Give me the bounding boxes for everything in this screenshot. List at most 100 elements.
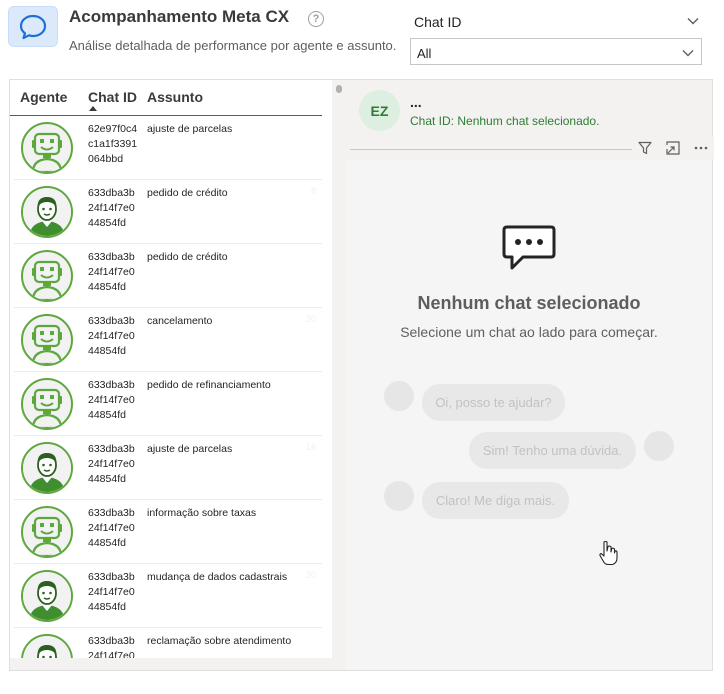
table-row[interactable]: 633dba3b 24f14f7e0 reclamação sobre atendi… bbox=[14, 628, 322, 658]
chat-id-cell: 633dba3b 24f14f7e0 44854fd bbox=[88, 506, 144, 551]
column-header-agent[interactable]: Agente bbox=[20, 89, 67, 105]
robot-avatar-icon bbox=[21, 314, 73, 366]
table-row[interactable]: 633dba3b 24f14f7e0 44854fd pedido de crédit… bbox=[14, 244, 322, 308]
chat-id-line: 62e97f0c4 bbox=[88, 123, 138, 135]
chat-id-line: 633dba3b bbox=[88, 443, 135, 455]
chat-id-cell: 633dba3b 24f14f7e0 44854fd bbox=[88, 570, 144, 615]
table-row[interactable]: 633dba3b 24f14f7e0 44854fd cancelamento 20 bbox=[14, 308, 322, 372]
chat-id-line: 44854fd bbox=[88, 601, 126, 613]
selected-chat-id: Chat ID: Nenhum chat selecionado. bbox=[410, 114, 600, 128]
table-row[interactable]: 633dba3b 24f14f7e0 44854fd mudança de dados… bbox=[14, 564, 322, 628]
chat-id-line: 24f14f7e0 bbox=[88, 394, 135, 406]
chat-id-filter-label: Chat ID bbox=[414, 14, 462, 30]
person-avatar-icon bbox=[21, 634, 73, 658]
chat-id-line: 24f14f7e0 bbox=[88, 458, 135, 470]
table-row[interactable]: 633dba3b 24f14f7e0 44854fd ajuste de parcel… bbox=[14, 436, 322, 500]
chat-id-cell: 633dba3b 24f14f7e0 44854fd bbox=[88, 314, 144, 359]
chat-id-cell: 633dba3b 24f14f7e0 44854fd bbox=[88, 378, 144, 423]
chat-preview-bubble: Oi, posso te ajudar? bbox=[422, 384, 565, 421]
chat-id-cell: 62e97f0c4 c1a1f3391 064bbd bbox=[88, 122, 144, 167]
empty-state-subtitle: Selecione um chat ao lado para começar. bbox=[400, 324, 658, 340]
faded-count: 20 bbox=[305, 570, 316, 580]
chat-id-line: c1a1f3391 bbox=[88, 138, 138, 150]
table-row[interactable]: 633dba3b 24f14f7e0 44854fd pedido de crédit… bbox=[14, 180, 322, 244]
column-header-subject[interactable]: Assunto bbox=[147, 89, 203, 105]
subject-cell: ajuste de parcelas bbox=[147, 123, 233, 135]
selected-chat-name: ... bbox=[410, 94, 422, 110]
subject-cell: pedido de crédito bbox=[147, 251, 228, 263]
chat-preview-bubble: Sim! Tenho uma dúvida. bbox=[469, 432, 636, 469]
avatar-placeholder bbox=[384, 481, 414, 511]
robot-avatar-icon bbox=[21, 122, 73, 174]
chat-id-line: 24f14f7e0 bbox=[88, 586, 135, 598]
chat-id-line: 44854fd bbox=[88, 281, 126, 293]
faded-count: 8 bbox=[310, 186, 316, 196]
chat-id-line: 44854fd bbox=[88, 345, 126, 357]
table-row[interactable]: 62e97f0c4 c1a1f3391 064bbd ajuste de parcel… bbox=[14, 116, 322, 180]
subject-cell: mudança de dados cadastrais bbox=[147, 571, 288, 583]
page-title: Acompanhamento Meta CX bbox=[69, 7, 290, 26]
robot-avatar-icon bbox=[21, 250, 73, 302]
chevron-down-icon bbox=[682, 50, 694, 57]
chat-id-dropdown-value: All bbox=[417, 46, 432, 61]
help-icon[interactable]: ? bbox=[308, 11, 324, 27]
table-scrollbar[interactable] bbox=[333, 84, 341, 658]
chat-id-line: 633dba3b bbox=[88, 187, 135, 199]
robot-avatar-icon bbox=[21, 378, 73, 430]
faded-count: 16 bbox=[305, 442, 316, 452]
table-row[interactable]: 633dba3b 24f14f7e0 44854fd pedido de refina… bbox=[14, 372, 322, 436]
chat-id-line: 44854fd bbox=[88, 217, 126, 229]
chat-preview-bubble: Claro! Me diga mais. bbox=[422, 482, 569, 519]
chat-id-cell: 633dba3b 24f14f7e0 44854fd bbox=[88, 186, 144, 231]
subject-cell: reclamação sobre atendimento bbox=[147, 635, 292, 647]
page-subtitle: Análise detalhada de performance por age… bbox=[69, 38, 397, 53]
subject-cell: pedido de crédito bbox=[147, 187, 228, 199]
chat-id-line: 24f14f7e0 bbox=[88, 266, 135, 278]
chat-id-dropdown[interactable]: All bbox=[410, 38, 702, 65]
chat-id-line: 24f14f7e0 bbox=[88, 522, 135, 534]
avatar-placeholder bbox=[644, 431, 674, 461]
person-avatar-icon bbox=[21, 442, 73, 494]
subject-cell: cancelamento bbox=[147, 315, 213, 327]
chat-id-line: 44854fd bbox=[88, 537, 126, 549]
chat-id-line: 633dba3b bbox=[88, 379, 135, 391]
chat-id-line: 24f14f7e0 bbox=[88, 330, 135, 342]
chat-id-line: 064bbd bbox=[88, 153, 124, 165]
chat-id-cell: 633dba3b 24f14f7e0 44854fd bbox=[88, 442, 144, 487]
table-body: 62e97f0c4 c1a1f3391 064bbd ajuste de parcel… bbox=[14, 116, 322, 658]
robot-avatar-icon bbox=[21, 506, 73, 558]
avatar-placeholder bbox=[384, 381, 414, 411]
scrollbar-thumb[interactable] bbox=[336, 85, 342, 93]
table-header: Agente Chat ID Assunto bbox=[10, 80, 322, 116]
chat-id-cell: 633dba3b 24f14f7e0 44854fd bbox=[88, 250, 144, 295]
chat-id-line: 24f14f7e0 bbox=[88, 650, 135, 658]
hand-cursor-icon bbox=[599, 540, 618, 566]
person-avatar-icon bbox=[21, 570, 73, 622]
chat-bubble-icon bbox=[8, 6, 58, 47]
chevron-down-icon[interactable] bbox=[686, 14, 700, 28]
table-row[interactable]: 633dba3b 24f14f7e0 44854fd informação sobre… bbox=[14, 500, 322, 564]
chat-message-icon bbox=[502, 225, 556, 270]
chat-id-line: 633dba3b bbox=[88, 635, 135, 647]
chat-id-line: 24f14f7e0 bbox=[88, 202, 135, 214]
chat-id-line: 633dba3b bbox=[88, 507, 135, 519]
subject-cell: ajuste de parcelas bbox=[147, 443, 233, 455]
agent-initials-badge: EZ bbox=[359, 90, 400, 131]
visual-header-toolbar bbox=[632, 137, 714, 159]
filter-icon[interactable] bbox=[634, 138, 656, 158]
more-options-icon[interactable] bbox=[690, 138, 712, 158]
divider bbox=[350, 149, 680, 150]
chat-id-line: 633dba3b bbox=[88, 315, 135, 327]
subject-cell: pedido de refinanciamento bbox=[147, 379, 271, 391]
chat-detail-panel bbox=[346, 80, 712, 670]
chat-id-line: 44854fd bbox=[88, 409, 126, 421]
sort-ascending-icon bbox=[89, 106, 97, 111]
focus-mode-icon[interactable] bbox=[662, 138, 684, 158]
person-avatar-icon bbox=[21, 186, 73, 238]
column-header-chat-id[interactable]: Chat ID bbox=[88, 89, 137, 105]
chat-id-line: 44854fd bbox=[88, 473, 126, 485]
faded-count: 20 bbox=[305, 314, 316, 324]
subject-cell: informação sobre taxas bbox=[147, 507, 257, 519]
empty-state-title: Nenhum chat selecionado bbox=[417, 293, 641, 313]
chat-id-line: 633dba3b bbox=[88, 251, 135, 263]
